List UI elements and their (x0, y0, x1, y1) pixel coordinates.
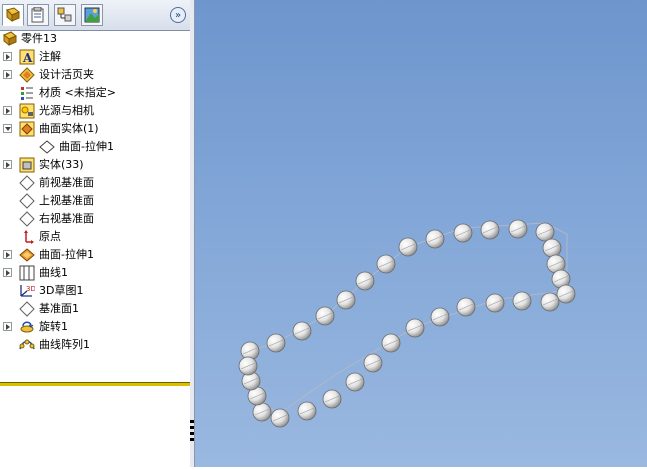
tree-item-surface-bodies[interactable]: 曲面实体(1) (0, 120, 190, 138)
surface-bodies-folder-icon (19, 121, 35, 137)
tree-item-label: 前视基准面 (39, 176, 94, 189)
configuration-manager-tab-icon (57, 7, 72, 22)
expand-toggle[interactable] (3, 160, 12, 169)
tree-item-label: 曲面实体(1) (39, 122, 99, 135)
tree-item-lights-cameras[interactable]: 光源与相机 (0, 102, 190, 120)
svg-text:A: A (22, 51, 33, 65)
tree-item-label: 曲面-拉伸1 (39, 248, 94, 261)
plane-icon (19, 301, 35, 317)
rollback-bar[interactable] (0, 382, 190, 386)
tree-item-top-plane[interactable]: 上视基准面 (0, 192, 190, 210)
tree-item-annotations[interactable]: A 注解 (0, 48, 190, 66)
feature-manager-panel: » 零件13 A 注解 设计活页夹 材质 <未指定> 光源与相机 曲面实体(1)… (0, 0, 191, 467)
expand-panel-button[interactable]: » (170, 7, 186, 23)
graphics-viewport[interactable] (195, 0, 647, 467)
tree-item-label: 曲线1 (39, 266, 68, 279)
tree-item-label: 设计活页夹 (39, 68, 94, 81)
feature-manager-tab[interactable] (2, 4, 24, 26)
property-manager-tab[interactable] (27, 4, 49, 26)
tree-item-label: 上视基准面 (39, 194, 94, 207)
tree-item-revolve[interactable]: 旋转1 (0, 318, 190, 336)
tree-item-label: 曲线阵列1 (39, 338, 90, 351)
expand-toggle[interactable] (3, 70, 12, 79)
splitter-grip[interactable] (190, 420, 194, 444)
collapse-toggle[interactable] (3, 124, 12, 133)
tree-item-label: 注解 (39, 50, 61, 63)
expand-toggle[interactable] (3, 52, 12, 61)
feature-manager-tab-icon (6, 7, 20, 23)
sphere-pattern (238, 219, 576, 428)
tree-item-solid-bodies[interactable]: 实体(33) (0, 156, 190, 174)
tree-item-3d-sketch[interactable]: 3D 3D草图1 (0, 282, 190, 300)
svg-text:3D: 3D (26, 285, 35, 293)
tree-item-surface-body[interactable]: 曲面-拉伸1 (0, 138, 190, 156)
tree-item-front-plane[interactable]: 前视基准面 (0, 174, 190, 192)
tree-item-label: 右视基准面 (39, 212, 94, 225)
tree-item-label: 光源与相机 (39, 104, 94, 117)
property-manager-tab-icon (31, 7, 44, 23)
origin-icon (24, 230, 34, 244)
tree-root-part[interactable]: 零件13 (0, 30, 190, 48)
plane-icon (19, 175, 35, 191)
configuration-manager-tab[interactable] (54, 4, 76, 26)
curve-icon (19, 265, 35, 281)
3d-sketch-icon: 3D (20, 285, 35, 297)
tree-item-label: 实体(33) (39, 158, 84, 171)
tree-item-label: 3D草图1 (39, 284, 84, 297)
surface-extrude-icon (19, 248, 35, 262)
panel-tab-bar: » (0, 0, 190, 31)
display-manager-tab[interactable] (81, 4, 103, 26)
tree-item-origin[interactable]: 原点 (0, 228, 190, 246)
material-icon (21, 87, 33, 100)
plane-icon (19, 211, 35, 227)
annotation-icon: A (19, 49, 35, 65)
tree-item-curve[interactable]: 曲线1 (0, 264, 190, 282)
expand-toggle[interactable] (3, 106, 12, 115)
solid-bodies-folder-icon (19, 157, 35, 173)
design-binder-icon (19, 67, 35, 83)
expand-toggle[interactable] (3, 250, 12, 259)
tree-item-label: 原点 (39, 230, 61, 243)
tree-item-surface-extrude[interactable]: 曲面-拉伸1 (0, 246, 190, 264)
surface-body-icon (39, 140, 55, 154)
revolve-icon (20, 321, 34, 333)
curve-pattern-icon (19, 339, 35, 350)
expand-toggle[interactable] (3, 268, 12, 277)
tree-item-label: 基准面1 (39, 302, 79, 315)
tree-item-label: 曲面-拉伸1 (59, 140, 114, 153)
tree-item-material[interactable]: 材质 <未指定> (0, 84, 190, 102)
tree-item-design-binder[interactable]: 设计活页夹 (0, 66, 190, 84)
tree-item-label: 材质 <未指定> (39, 86, 116, 99)
expand-toggle[interactable] (3, 322, 12, 331)
lights-cameras-icon (19, 103, 35, 119)
plane-icon (19, 193, 35, 209)
tree-item-label: 旋转1 (39, 320, 68, 333)
display-manager-tab-icon (84, 7, 100, 23)
tree-item-curve-pattern[interactable]: 曲线阵列1 (0, 336, 190, 354)
tree-item-plane1[interactable]: 基准面1 (0, 300, 190, 318)
tree-item-right-plane[interactable]: 右视基准面 (0, 210, 190, 228)
model-view (238, 219, 576, 428)
part-icon (3, 31, 17, 47)
tree-root-label: 零件13 (21, 32, 57, 45)
